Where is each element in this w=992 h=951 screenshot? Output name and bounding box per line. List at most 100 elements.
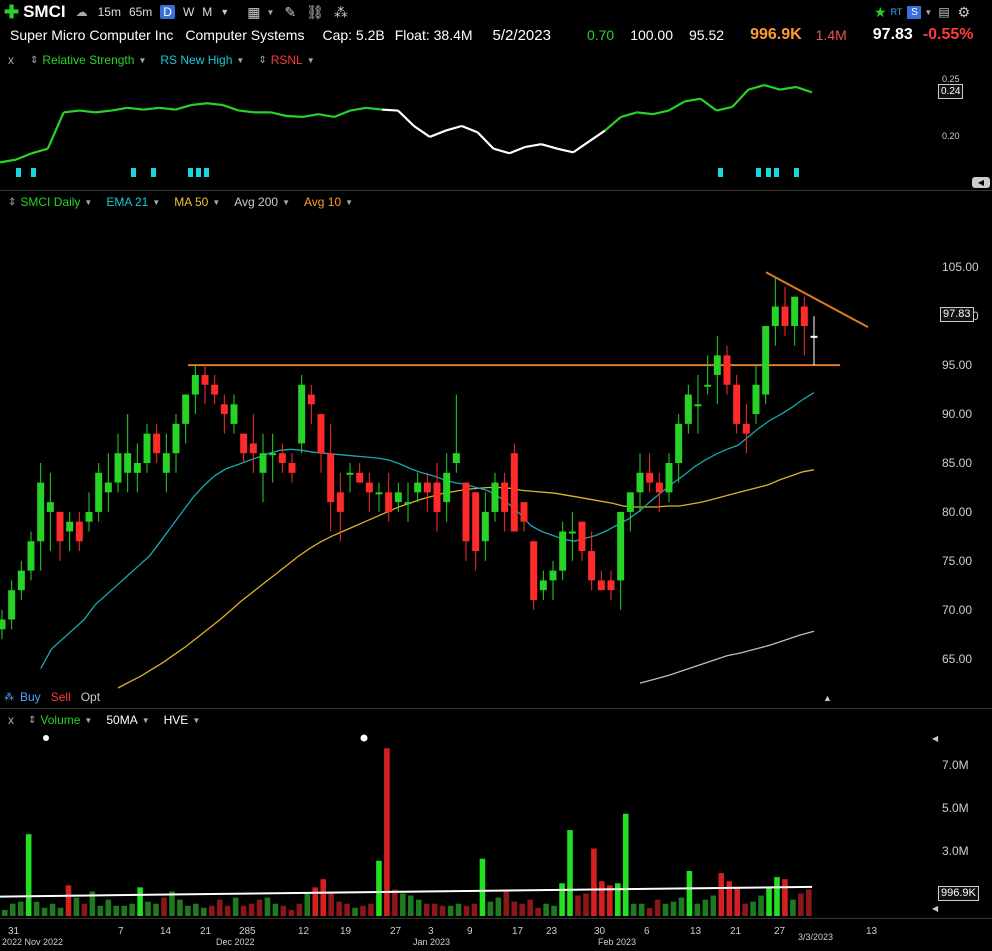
rs-line-segment — [318, 113, 335, 118]
rs-line-segment — [636, 111, 653, 116]
candle-body — [539, 580, 547, 591]
rs-line-segment — [604, 116, 622, 132]
indicator-volume[interactable]: ⇕ Volume ▼ — [28, 713, 92, 727]
volume-bar — [296, 903, 303, 916]
scroll-right-icon[interactable]: ◀ — [932, 734, 938, 743]
x-axis-label: 30 — [594, 926, 606, 937]
rs-line-chart — [0, 84, 813, 177]
volume-bar — [415, 899, 422, 916]
link-icon[interactable]: ⛓ — [306, 4, 324, 21]
timeframe-daily[interactable]: D — [160, 5, 175, 19]
x-axis-label: 13 — [690, 926, 702, 937]
close-icon[interactable]: x — [8, 713, 14, 727]
timeframe-65m[interactable]: 65m — [129, 5, 152, 19]
candle-body — [578, 521, 586, 552]
star-icon[interactable]: ★ — [874, 4, 887, 21]
s-icon[interactable]: S — [907, 5, 922, 19]
clipboard-icon[interactable]: ▤ — [938, 5, 949, 19]
rt-label: RT — [890, 7, 903, 17]
x-axis-label: 21 — [730, 926, 742, 937]
share-icon[interactable]: ⁂ — [334, 4, 348, 21]
candle-body — [733, 384, 741, 424]
indicator-avg10[interactable]: Avg 10 ▼ — [304, 195, 353, 209]
indicator-ema21[interactable]: EMA 21 ▼ — [106, 195, 160, 209]
volume-bar — [408, 895, 414, 916]
volume-bar — [702, 899, 709, 916]
volume-bar — [304, 893, 311, 916]
ticker-symbol[interactable]: SMCI — [23, 2, 66, 22]
indicator-hve[interactable]: HVE ▼ — [164, 713, 201, 727]
last-price: 97.83 — [872, 26, 913, 43]
ma200-line — [639, 630, 815, 684]
candle-body — [259, 453, 267, 473]
indicator-smci-daily[interactable]: ⇕ SMCI Daily ▼ — [8, 195, 92, 209]
x-axis-label: 31 — [8, 926, 20, 937]
rs-line-segment — [397, 109, 415, 127]
volume-bar — [201, 907, 207, 916]
x-axis-label: Jan 2023 — [413, 937, 451, 947]
scroll-right-icon[interactable]: ◀ — [972, 177, 990, 188]
volume-bar — [105, 899, 112, 916]
rs-line-segment — [493, 147, 510, 155]
volume-bar — [232, 897, 239, 916]
candle-body — [365, 482, 373, 493]
indicator-ma50[interactable]: MA 50 ▼ — [174, 195, 220, 209]
chevron-down-icon[interactable]: ▼ — [924, 8, 932, 17]
candle-body — [762, 326, 770, 395]
x-axis-label: 3 — [428, 926, 434, 937]
chevron-down-icon[interactable]: ▼ — [220, 7, 229, 17]
volume-bar — [392, 889, 398, 916]
candle-body — [423, 482, 431, 493]
rs-line-segment — [779, 85, 797, 91]
price-indicator-bar: ⇕ SMCI Daily ▼ EMA 21 ▼ MA 50 ▼ Avg 200 ▼ Avg… — [8, 194, 367, 210]
cloud-icon[interactable]: ☁ — [76, 5, 88, 19]
timeframe-weekly[interactable]: W — [183, 5, 194, 19]
sell-button[interactable]: Sell — [51, 690, 71, 704]
gear-icon[interactable]: ⚙ — [958, 4, 971, 21]
close-icon[interactable]: x — [8, 53, 14, 67]
rs-new-high-marker — [766, 168, 771, 177]
candle-body — [742, 423, 750, 434]
indicator-rsnl[interactable]: ⇕ RSNL ▼ — [258, 53, 314, 67]
volume-bar — [790, 899, 796, 916]
price-y-label: 105.00 — [942, 260, 979, 275]
buy-button[interactable]: Buy — [20, 690, 41, 704]
top-right-tools: ★ RT S ▼ ▤ ⚙ — [874, 3, 970, 21]
add-symbol-icon[interactable]: ✚ — [4, 2, 19, 23]
candle-body — [153, 433, 161, 454]
rs-line-segment — [684, 97, 701, 103]
volume-bar — [352, 907, 358, 916]
candle-body — [162, 453, 170, 473]
indicator-relative-strength[interactable]: ⇕ Relative Strength ▼ — [30, 53, 146, 67]
collapse-triangle-icon[interactable]: ▲ — [823, 693, 832, 703]
options-button[interactable]: Opt — [81, 690, 100, 704]
indicator-50ma[interactable]: 50MA ▼ — [106, 713, 149, 727]
chevron-down-icon[interactable]: ▼ — [266, 8, 274, 17]
scroll-right-icon[interactable]: ◀ — [932, 904, 938, 913]
share-icon[interactable]: ⁂ — [4, 692, 14, 703]
indicator-avg200[interactable]: Avg 200 ▼ — [234, 195, 290, 209]
x-axis-label: 28 — [239, 926, 251, 937]
volume-bar — [646, 907, 653, 916]
indicator-label: Avg 10 — [303, 195, 342, 209]
candle-body — [346, 472, 354, 475]
volume-bar — [129, 903, 135, 916]
timeframe-15m[interactable]: 15m — [98, 5, 121, 19]
candle-body — [46, 502, 54, 512]
rs-new-high-marker — [718, 168, 723, 177]
volume-bar — [240, 905, 247, 916]
indicator-label: RS New High — [160, 53, 233, 67]
price-y-label: 75.00 — [942, 553, 973, 568]
volume-y-label: 7.0M — [942, 758, 969, 772]
rs-line-segment — [716, 105, 733, 112]
indicator-rs-new-high[interactable]: RS New High ▼ — [160, 53, 244, 67]
price-y-label: 65.00 — [942, 651, 973, 666]
candle-body — [414, 482, 422, 493]
volume-badge: 996.9K — [938, 886, 979, 901]
x-axis-label: 3/3/2023 — [798, 932, 834, 942]
realtime-icon[interactable]: RT — [891, 7, 903, 17]
volume-bar — [256, 899, 263, 916]
pencil-icon[interactable]: ✎ — [284, 4, 296, 21]
timeframe-monthly[interactable]: M — [202, 5, 212, 19]
calculator-icon[interactable]: ▦ — [247, 4, 260, 21]
